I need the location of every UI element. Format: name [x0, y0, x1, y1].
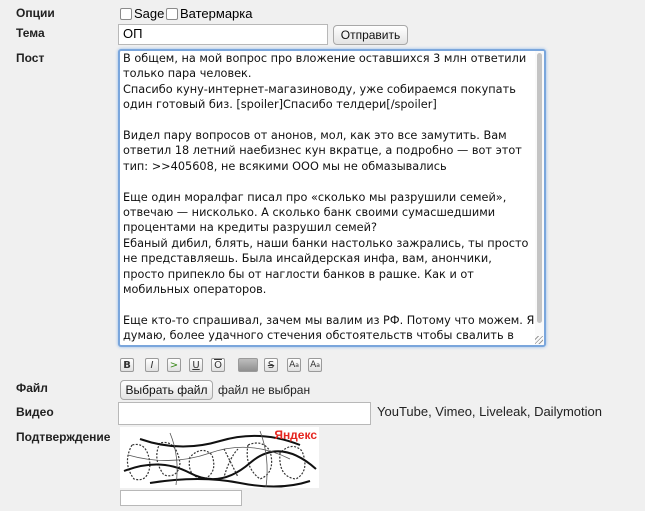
post-label: Пост	[16, 51, 45, 65]
video-hint: YouTube, Vimeo, Liveleak, Dailymotion	[377, 404, 602, 419]
resize-grip-icon[interactable]	[535, 336, 543, 344]
subscript-icon[interactable]: Aa	[308, 358, 322, 372]
strike-icon-glyph: S	[267, 359, 275, 371]
sage-checkbox-box[interactable]	[120, 7, 132, 20]
underline-icon-glyph: U	[192, 359, 200, 371]
bold-icon-glyph: B	[123, 359, 131, 371]
overline-icon[interactable]: O	[211, 358, 225, 372]
video-label: Видео	[16, 405, 54, 419]
watermark-checkbox-label: Ватермарка	[180, 6, 253, 21]
italic-icon[interactable]: I	[145, 358, 159, 372]
captcha-input[interactable]	[120, 490, 242, 506]
file-status: файл не выбран	[218, 383, 311, 397]
spoiler-icon[interactable]	[238, 358, 258, 372]
subject-input[interactable]: ОП	[118, 24, 328, 45]
options-label: Опции	[16, 6, 55, 20]
subject-label: Тема	[16, 26, 45, 40]
yandex-logo: Яндекс	[274, 428, 317, 442]
choose-file-button[interactable]: Выбрать файл	[120, 380, 213, 400]
post-scrollbar[interactable]	[535, 51, 544, 345]
bold-icon[interactable]: B	[120, 358, 134, 372]
post-text[interactable]: В общем, на мой вопрос про вложение оста…	[123, 51, 535, 345]
italic-icon-glyph: I	[150, 359, 154, 371]
post-textarea[interactable]: В общем, на мой вопрос про вложение оста…	[118, 49, 546, 347]
watermark-checkbox-box[interactable]	[166, 7, 178, 20]
file-label: Файл	[16, 381, 48, 395]
video-input[interactable]	[118, 402, 371, 425]
superscript-icon[interactable]: Aa	[287, 358, 301, 372]
strike-icon[interactable]: S	[264, 358, 278, 372]
underline-icon[interactable]: U	[189, 358, 203, 372]
overline-icon-glyph: O	[214, 359, 222, 371]
send-button[interactable]: Отправить	[333, 25, 408, 45]
sage-checkbox[interactable]: Sage	[120, 6, 164, 21]
captcha-image: Яндекс	[120, 427, 319, 488]
watermark-checkbox[interactable]: Ватермарка	[166, 6, 252, 21]
quote-icon-glyph: >	[169, 359, 179, 371]
confirm-label: Подтверждение	[16, 430, 111, 444]
post-scrollbar-thumb[interactable]	[537, 53, 542, 323]
sage-checkbox-label: Sage	[134, 6, 165, 21]
quote-icon[interactable]: >	[167, 358, 181, 372]
